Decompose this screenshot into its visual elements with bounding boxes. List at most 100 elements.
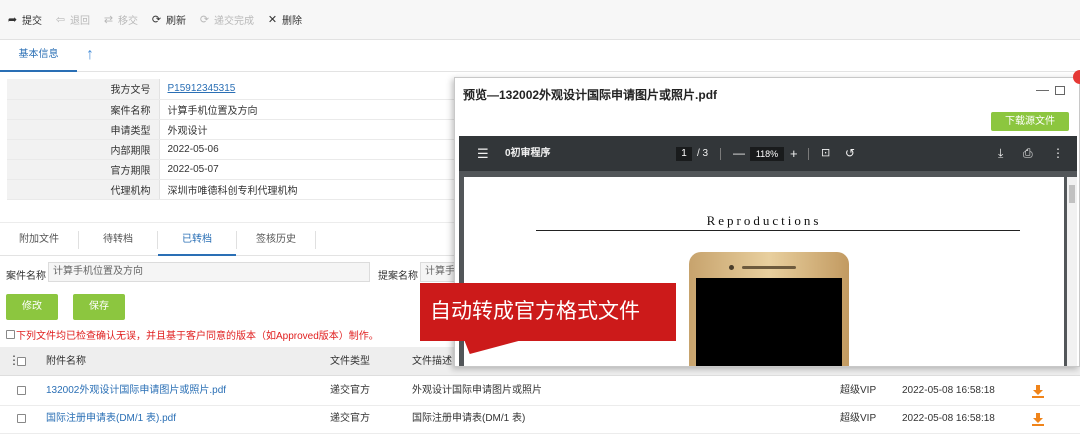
refresh-button[interactable]: ⟳ 刷新 xyxy=(150,12,186,27)
row-checkbox-cell xyxy=(17,376,26,405)
annotation-callout: 自动转成官方格式文件 xyxy=(420,283,676,341)
scrollbar-thumb[interactable] xyxy=(1069,185,1075,203)
file-name-link[interactable]: 国际注册申请表(DM/1 表).pdf xyxy=(46,404,176,433)
zoom-in-icon[interactable]: + xyxy=(790,136,798,171)
pdf-scrollbar[interactable] xyxy=(1067,177,1077,366)
confirm-text: 下列文件均已检查确认无误，并且基于客户同意的版本（如Approved版本）制作。 xyxy=(16,331,379,342)
more-options-icon[interactable]: ⋮ xyxy=(1052,136,1064,171)
info-row: 官方期限 2022-05-07 xyxy=(7,159,455,180)
confirm-checkbox[interactable] xyxy=(6,330,15,339)
phone-screen xyxy=(696,278,842,366)
row-checkbox[interactable] xyxy=(17,385,26,395)
pdf-doc-name: 0初审程序 xyxy=(505,148,551,159)
menu-icon[interactable]: ☰ xyxy=(477,136,489,171)
info-value: 2022-05-07 xyxy=(159,159,455,180)
row-checkbox-cell xyxy=(17,404,26,433)
tab-pending-convert[interactable]: 待转档 xyxy=(79,223,157,256)
download-icon[interactable] xyxy=(1031,384,1045,398)
header-file-desc: 文件描述 xyxy=(412,356,452,367)
submit-complete-button[interactable]: ⟳ 递交完成 xyxy=(198,12,254,27)
zoom-out-icon[interactable]: — xyxy=(733,136,745,171)
download-pdf-icon[interactable]: ⤓ xyxy=(998,136,1003,171)
file-name-link[interactable]: 132002外观设计国际申请图片或照片.pdf xyxy=(46,376,226,405)
phone-camera xyxy=(729,265,734,270)
close-badge-icon[interactable] xyxy=(1073,70,1080,84)
close-icon: ✕ xyxy=(267,14,278,26)
info-label: 官方期限 xyxy=(7,159,160,180)
header-file-name: 附件名称 xyxy=(46,356,86,367)
tab-sign-history[interactable]: 签核历史 xyxy=(237,223,315,256)
info-row: 我方文号 P15912345315 xyxy=(7,79,455,100)
info-label: 申请类型 xyxy=(7,119,160,140)
info-value: 深圳市唯德科创专利代理机构 xyxy=(159,179,455,200)
callout-pointer xyxy=(461,340,523,354)
maximize-icon[interactable] xyxy=(1055,86,1065,95)
page-number-input[interactable]: 1 xyxy=(676,147,692,161)
case-name-label: 案件名称 xyxy=(6,271,46,282)
info-row: 申请类型 外观设计 xyxy=(7,119,455,140)
confirm-checkbox-row: 下列文件均已检查确认无误，并且基于客户同意的版本（如Approved版本）制作。 xyxy=(6,327,379,342)
download-icon[interactable] xyxy=(1031,412,1045,426)
info-row: 内部期限 2022-05-06 xyxy=(7,139,455,160)
tab-converted[interactable]: 已转档 xyxy=(158,223,236,256)
page-total: / 3 xyxy=(697,148,709,159)
info-row: 案件名称 计算手机位置及方向 xyxy=(7,99,455,120)
toolbar-divider xyxy=(720,148,721,160)
file-desc: 国际注册申请表(DM/1 表) xyxy=(412,413,526,424)
pdf-toolbar: ☰ 0初审程序 1 / 3 — 118% + ⊡ ↺ ⤓ ⎙ ⋮ xyxy=(459,136,1077,171)
case-info-table: 我方文号 P15912345315 案件名称 计算手机位置及方向 申请类型 外观设计 … xyxy=(7,79,455,200)
info-label: 内部期限 xyxy=(7,139,160,160)
file-user: 超级VIP xyxy=(840,385,877,396)
phone-speaker xyxy=(742,266,796,269)
select-all-cell xyxy=(17,347,26,376)
submit-label: 提交 xyxy=(22,16,42,27)
delete-button[interactable]: ✕ 删除 xyxy=(266,12,302,27)
file-desc: 外观设计国际申请图片或照片 xyxy=(412,385,542,396)
info-value: 外观设计 xyxy=(159,119,455,140)
file-type: 递交官方 xyxy=(330,413,370,424)
file-type: 递交官方 xyxy=(330,385,370,396)
sync-icon: ⟳ xyxy=(199,14,210,26)
file-time: 2022-05-08 16:58:18 xyxy=(902,413,995,424)
tab-basic-info[interactable]: 基本信息 xyxy=(0,40,77,72)
table-row: 国际注册申请表(DM/1 表).pdf 递交官方 国际注册申请表(DM/1 表)… xyxy=(0,404,1080,434)
zoom-level-input[interactable]: 118% xyxy=(750,147,784,161)
heading-rule xyxy=(536,230,1020,231)
submit-button[interactable]: ➦ 提交 xyxy=(6,12,42,27)
transfer-icon: ⇄ xyxy=(103,14,114,26)
select-all-checkbox[interactable] xyxy=(17,356,26,366)
transfer-button[interactable]: ⇄ 移交 xyxy=(102,12,138,27)
info-label: 代理机构 xyxy=(7,179,160,200)
preview-dialog-title: 预览—132002外观设计国际申请图片或照片.pdf xyxy=(463,88,718,102)
tab-divider xyxy=(315,231,316,249)
file-time: 2022-05-08 16:58:18 xyxy=(902,385,995,396)
rotate-icon[interactable]: ↺ xyxy=(845,136,855,171)
info-label: 我方文号 xyxy=(7,79,160,100)
info-value: 计算手机位置及方向 xyxy=(159,99,455,120)
our-ref-link[interactable]: P15912345315 xyxy=(168,83,236,94)
print-icon[interactable]: ⎙ xyxy=(1023,136,1033,171)
proposal-name-label: 提案名称 xyxy=(378,271,418,282)
back-button[interactable]: ⇦ 退回 xyxy=(54,12,90,27)
row-checkbox[interactable] xyxy=(17,413,26,423)
info-value: 2022-05-06 xyxy=(159,139,455,160)
info-row: 代理机构 深圳市唯德科创专利代理机构 xyxy=(7,179,455,200)
info-value: P15912345315 xyxy=(159,79,455,100)
table-row: 132002外观设计国际申请图片或照片.pdf 递交官方 外观设计国际申请图片或… xyxy=(0,376,1080,406)
submit-complete-label: 递交完成 xyxy=(214,16,254,27)
sub-tabs: 附加文件 待转档 已转档 签核历史 xyxy=(0,222,460,256)
delete-label: 删除 xyxy=(282,16,302,27)
save-button[interactable]: 保存 xyxy=(73,294,125,320)
toolbar-divider xyxy=(808,148,809,160)
arrow-up-icon[interactable]: ↑ xyxy=(86,46,94,64)
phone-image xyxy=(689,252,849,366)
download-source-button[interactable]: 下载源文件 xyxy=(991,112,1069,131)
minimize-icon[interactable]: — xyxy=(1036,82,1049,97)
fit-page-icon[interactable]: ⊡ xyxy=(821,136,830,171)
transfer-label: 移交 xyxy=(118,16,138,27)
toolbar: ➦ 提交 ⇦ 退回 ⇄ 移交 ⟳ 刷新 ⟳ 递交完成 ✕ 删除 xyxy=(0,0,1080,40)
info-label: 案件名称 xyxy=(7,99,160,120)
modify-button[interactable]: 修改 xyxy=(6,294,58,320)
case-name-input[interactable]: 计算手机位置及方向 xyxy=(48,262,370,282)
tab-attachments[interactable]: 附加文件 xyxy=(0,223,78,256)
